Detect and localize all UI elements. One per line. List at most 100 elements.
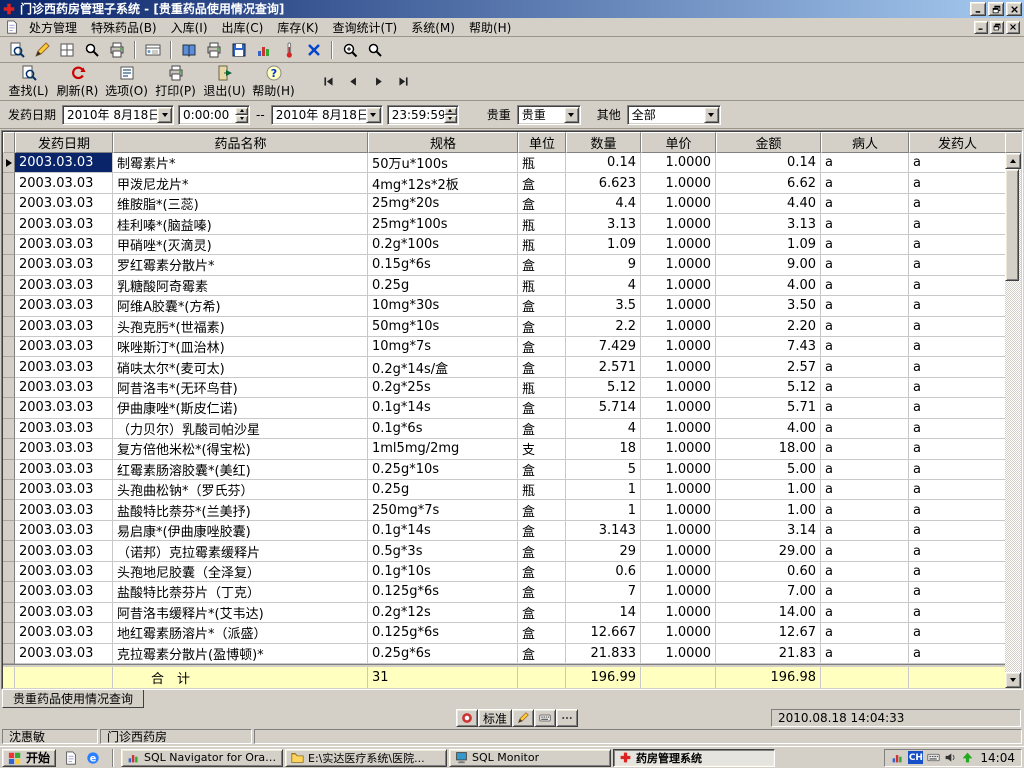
cell-spec[interactable]: 0.25g <box>368 275 518 297</box>
cell-dispense-date[interactable]: 2003.03.03 <box>15 500 113 521</box>
cell-spec[interactable]: 25mg*20s <box>368 193 518 215</box>
cell-dispenser[interactable]: a <box>909 193 1005 215</box>
cell-patient[interactable]: a <box>821 480 909 501</box>
cell-drug-name[interactable]: 硝呋太尔*(麦可太) <box>113 357 368 378</box>
cell-unit-price[interactable]: 1.0000 <box>641 255 716 276</box>
date-from-select[interactable]: 2010年 8月18日 <box>62 104 175 125</box>
start-button[interactable]: 开始 <box>2 748 57 767</box>
scroll-down-icon[interactable] <box>1005 672 1021 688</box>
cell-spec[interactable]: 50万u*100s <box>368 153 518 174</box>
minimize-button[interactable] <box>970 2 986 16</box>
cell-dispense-date[interactable]: 2003.03.03 <box>15 357 113 378</box>
cell-unit-price[interactable]: 1.0000 <box>641 541 716 562</box>
menu-item-stock-in[interactable]: 入库(I) <box>164 17 215 38</box>
table-row[interactable]: 2003.03.03 头孢克肟*(世福素) 50mg*10s 盒 2.2 1.0000 2.… <box>3 316 1005 337</box>
time-from-spinner[interactable]: 0:00:00 <box>178 104 251 125</box>
prior-record-button[interactable] <box>341 71 366 93</box>
cell-dispense-date[interactable]: 2003.03.03 <box>15 275 113 297</box>
menu-item-stock-out[interactable]: 出库(C) <box>215 17 271 38</box>
cell-amount[interactable]: 29.00 <box>716 541 821 562</box>
spin-down-icon[interactable] <box>235 114 249 123</box>
cell-patient[interactable]: a <box>821 561 909 583</box>
cell-amount[interactable]: 4.40 <box>716 193 821 215</box>
table-row[interactable]: 2003.03.03 （诺邦）克拉霉素缓释片 0.5g*3s 盒 29 1.0000 29.… <box>3 541 1005 562</box>
table-row[interactable]: 2003.03.03 阿昔洛韦*(无环鸟苷) 0.2g*25s 瓶 5.12 1.0000… <box>3 377 1005 399</box>
cell-drug-name[interactable]: （诺邦）克拉霉素缓释片 <box>113 541 368 562</box>
exit-button[interactable]: 退出(U) <box>200 64 249 100</box>
cell-unit[interactable]: 支 <box>518 439 566 460</box>
cell-dispense-date[interactable]: 2003.03.03 <box>15 541 113 562</box>
cell-quantity[interactable]: 6.623 <box>566 173 641 194</box>
cell-dispenser[interactable]: a <box>909 561 1005 583</box>
cell-unit[interactable]: 盒 <box>518 357 566 378</box>
cell-quantity[interactable]: 18 <box>566 439 641 460</box>
cell-unit[interactable]: 盒 <box>518 296 566 317</box>
cell-amount[interactable]: 5.00 <box>716 459 821 480</box>
cell-unit[interactable]: 盒 <box>518 582 566 603</box>
table-row[interactable]: 2003.03.03 伊曲康唑*(斯皮仁诺) 0.1g*14s 盒 5.714 1.000… <box>3 398 1005 419</box>
mdi-minimize-button[interactable] <box>974 20 988 34</box>
cell-amount[interactable]: 9.00 <box>716 255 821 276</box>
scrollbar-track[interactable] <box>1005 169 1021 672</box>
cell-unit-price[interactable]: 1.0000 <box>641 418 716 440</box>
column-header-spec[interactable]: 规格 <box>368 132 518 153</box>
ime-language-badge[interactable]: CH <box>908 751 924 764</box>
table-row[interactable]: 2003.03.03 盐酸特比萘芬*(兰美抒) 250mg*7s 盒 1 1.0000 1.… <box>3 500 1005 521</box>
cell-patient[interactable]: a <box>821 582 909 603</box>
cell-patient[interactable]: a <box>821 255 909 276</box>
cell-quantity[interactable]: 1 <box>566 480 641 501</box>
cell-patient[interactable]: a <box>821 316 909 337</box>
cell-quantity[interactable]: 3.143 <box>566 520 641 542</box>
menu-item-help[interactable]: 帮助(H) <box>462 17 518 38</box>
restore-button[interactable] <box>988 2 1004 16</box>
table-row[interactable]: 2003.03.03 罗红霉素分散片* 0.15g*6s 盒 9 1.0000 9.00 a a <box>3 255 1005 276</box>
cell-dispense-date[interactable]: 2003.03.03 <box>15 418 113 440</box>
column-header-dispense-date[interactable]: 发药日期 <box>15 132 113 153</box>
cell-quantity[interactable]: 0.14 <box>566 153 641 174</box>
cell-spec[interactable]: 0.1g*10s <box>368 561 518 583</box>
cell-spec[interactable]: 0.25g*6s <box>368 643 518 664</box>
cell-dispenser[interactable]: a <box>909 459 1005 480</box>
precious-select[interactable]: 贵重 <box>516 104 581 125</box>
cell-unit[interactable]: 瓶 <box>518 275 566 297</box>
table-row[interactable]: 2003.03.03 咪唑斯汀*(皿治林) 10mg*7s 盒 7.429 1.0000 7… <box>3 336 1005 358</box>
tray-clock[interactable]: 14:04 <box>978 751 1015 765</box>
task-sql-monitor[interactable]: SQL Monitor <box>449 748 612 767</box>
cell-amount[interactable]: 0.14 <box>716 153 821 174</box>
cell-dispense-date[interactable]: 2003.03.03 <box>15 255 113 276</box>
cell-dispenser[interactable]: a <box>909 336 1005 358</box>
cell-patient[interactable]: a <box>821 193 909 215</box>
cell-unit[interactable]: 盒 <box>518 500 566 521</box>
menu-item-query-stats[interactable]: 查询统计(T) <box>326 17 405 38</box>
cell-drug-name[interactable]: 阿维A胶囊*(方希) <box>113 296 368 317</box>
cell-unit[interactable]: 盒 <box>518 623 566 644</box>
cell-unit[interactable]: 盒 <box>518 193 566 215</box>
cell-dispenser[interactable]: a <box>909 643 1005 664</box>
mdi-close-button[interactable] <box>1006 20 1020 34</box>
cell-dispense-date[interactable]: 2003.03.03 <box>15 193 113 215</box>
table-row[interactable]: 2003.03.03 地红霉素肠溶片*（派盛） 0.125g*6s 盒 12.667 1.… <box>3 623 1005 644</box>
cell-patient[interactable]: a <box>821 296 909 317</box>
report-print-icon[interactable] <box>202 39 226 61</box>
cell-spec[interactable]: 0.25g*10s <box>368 459 518 480</box>
cancel-icon[interactable] <box>302 39 326 61</box>
cell-quantity[interactable]: 21.833 <box>566 643 641 664</box>
cell-patient[interactable]: a <box>821 214 909 235</box>
cell-amount[interactable]: 0.60 <box>716 561 821 583</box>
cell-dispense-date[interactable]: 2003.03.03 <box>15 480 113 501</box>
cell-quantity[interactable]: 2.2 <box>566 316 641 337</box>
column-header-unit-price[interactable]: 单价 <box>641 132 716 153</box>
cell-dispenser[interactable]: a <box>909 357 1005 378</box>
cell-drug-name[interactable]: 咪唑斯汀*(皿治林) <box>113 336 368 358</box>
table-row[interactable]: 2003.03.03 头孢曲松钠*（罗氏芬） 0.25g 瓶 1 1.0000 1.00 a a <box>3 480 1005 501</box>
table-row[interactable]: 2003.03.03 桂利嗪*(脑益嗪) 25mg*100s 瓶 3.13 1.0000 3… <box>3 214 1005 235</box>
cell-patient[interactable]: a <box>821 623 909 644</box>
cell-spec[interactable]: 10mg*30s <box>368 296 518 317</box>
menu-item-prescription-mgmt[interactable]: 处方管理 <box>22 17 84 38</box>
cell-unit[interactable]: 瓶 <box>518 234 566 256</box>
show-desktop-icon[interactable] <box>61 749 81 767</box>
cell-unit[interactable]: 盒 <box>518 561 566 583</box>
chevron-down-icon[interactable] <box>157 106 173 123</box>
last-record-button[interactable] <box>391 71 416 93</box>
help-button[interactable]: 帮助(H) <box>249 64 298 100</box>
